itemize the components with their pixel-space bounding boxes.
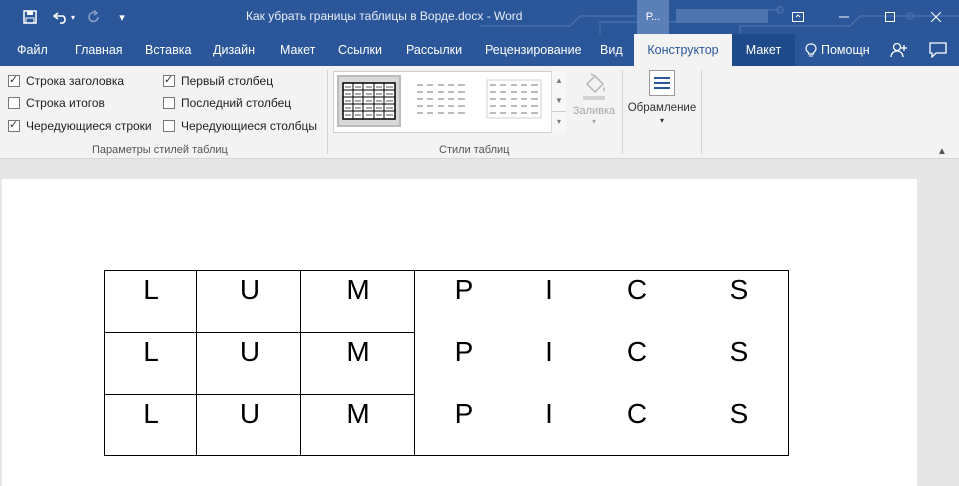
table-border: [196, 271, 197, 455]
checkbox-label: Последний столбец: [181, 96, 292, 110]
checkbox-label: Чередующиеся строки: [26, 119, 152, 133]
table-cell[interactable]: U: [230, 276, 270, 304]
first-column-checkbox[interactable]: Первый столбец: [163, 72, 273, 90]
redo-icon[interactable]: [84, 6, 104, 28]
tab-design[interactable]: Дизайн: [213, 34, 255, 66]
group-separator: [622, 70, 623, 154]
table-cell[interactable]: P: [444, 276, 484, 304]
borders-icon: [649, 70, 675, 96]
table-cell[interactable]: I: [529, 276, 569, 304]
ribbon-display-options-icon[interactable]: [775, 0, 821, 34]
header-row-checkbox[interactable]: Строка заголовка: [8, 72, 124, 90]
tab-view[interactable]: Вид: [600, 34, 623, 66]
table-cell[interactable]: M: [338, 400, 378, 428]
vertical-scrollbar[interactable]: [944, 160, 959, 486]
table-style-grid[interactable]: [337, 75, 401, 127]
account-name-redacted: [676, 9, 768, 23]
table-cell[interactable]: C: [617, 400, 657, 428]
shading-label: Заливка: [572, 105, 616, 117]
checkbox-box: [8, 118, 20, 132]
style-options-group-label: Параметры стилей таблиц: [92, 144, 228, 156]
table-border: [105, 332, 415, 333]
maximize-icon[interactable]: [867, 0, 913, 34]
tab-table-design[interactable]: Конструктор: [634, 34, 732, 66]
chevron-down-icon: ▾: [591, 117, 596, 126]
checkbox-label: Первый столбец: [181, 74, 274, 88]
table-style-plain-2[interactable]: [484, 75, 548, 127]
table-cell[interactable]: P: [444, 338, 484, 366]
gallery-more-icon[interactable]: ▾: [552, 111, 566, 131]
ribbon-tabs: Файл Главная Вставка Дизайн Макет Ссылки…: [0, 34, 959, 66]
paint-bucket-icon: [583, 73, 605, 100]
checkbox-label: Чередующиеся столбцы: [181, 119, 317, 133]
account-badge[interactable]: Р...: [637, 0, 669, 34]
banded-columns-checkbox[interactable]: Чередующиеся столбцы: [163, 117, 317, 135]
undo-icon[interactable]: ▾: [50, 6, 78, 28]
borders-button[interactable]: Обрамление ▾: [626, 70, 698, 138]
tab-references[interactable]: Ссылки: [338, 34, 382, 66]
checkbox-box: [8, 73, 20, 87]
title-bar: ▾ ▾ Как убрать границы таблицы в Ворде.d…: [0, 0, 959, 34]
table-style-plain-1[interactable]: [411, 75, 475, 127]
chevron-down-icon: ▾: [659, 116, 664, 125]
table-cell[interactable]: I: [529, 400, 569, 428]
table-cell[interactable]: L: [131, 276, 171, 304]
table-cell[interactable]: L: [131, 400, 171, 428]
checkbox-label: Строка итогов: [26, 96, 105, 110]
table-cell[interactable]: U: [230, 338, 270, 366]
lightbulb-icon: [805, 42, 817, 56]
table-cell[interactable]: M: [338, 276, 378, 304]
tab-review[interactable]: Рецензирование: [485, 34, 582, 66]
collapse-ribbon-icon[interactable]: ▲: [937, 146, 947, 157]
table-border: [300, 271, 301, 455]
banded-rows-checkbox[interactable]: Чередующиеся строки: [8, 117, 152, 135]
tab-home[interactable]: Главная: [75, 34, 123, 66]
table-styles-gallery: [333, 71, 566, 133]
table-cell[interactable]: U: [230, 400, 270, 428]
table-border: [105, 394, 415, 395]
table-cell[interactable]: S: [719, 276, 759, 304]
tab-table-layout[interactable]: Макет: [732, 34, 795, 66]
checkbox-box: [163, 120, 175, 132]
table-cell[interactable]: I: [529, 338, 569, 366]
gallery-scroll-down-icon[interactable]: ▼: [552, 91, 566, 111]
checkbox-box: [163, 73, 175, 87]
gallery-scrollbar[interactable]: ▲ ▼ ▾: [551, 71, 566, 133]
group-separator: [327, 70, 328, 154]
tell-me-label: Помощн: [821, 43, 870, 57]
table-cell[interactable]: S: [719, 400, 759, 428]
borders-label: Обрамление: [627, 102, 697, 114]
tab-file[interactable]: Файл: [17, 34, 48, 66]
close-icon[interactable]: [913, 0, 959, 34]
checkbox-label: Строка заголовка: [26, 74, 125, 88]
group-separator: [701, 70, 702, 154]
shading-button[interactable]: Заливка ▾: [570, 70, 618, 138]
share-user-icon[interactable]: [890, 34, 908, 66]
table-cell[interactable]: M: [338, 338, 378, 366]
table-cell[interactable]: S: [719, 338, 759, 366]
total-row-checkbox[interactable]: Строка итогов: [8, 94, 105, 112]
save-icon[interactable]: [18, 6, 42, 28]
tab-insert[interactable]: Вставка: [145, 34, 191, 66]
tab-layout[interactable]: Макет: [280, 34, 315, 66]
checkbox-box: [8, 97, 20, 109]
minimize-icon[interactable]: [821, 0, 867, 34]
table-cell[interactable]: C: [617, 338, 657, 366]
window-title: Как убрать границы таблицы в Ворде.docx …: [246, 9, 523, 23]
last-column-checkbox[interactable]: Последний столбец: [163, 94, 291, 112]
tell-me-box[interactable]: Помощн: [805, 34, 870, 66]
table-styles-group-label: Стили таблиц: [439, 144, 510, 156]
table-border: [414, 271, 415, 455]
ribbon-body: Строка заголовка Строка итогов Чередующи…: [0, 66, 959, 159]
gallery-scroll-up-icon[interactable]: ▲: [552, 71, 566, 91]
customize-qat-icon[interactable]: ▾: [114, 6, 130, 28]
table-cell[interactable]: P: [444, 400, 484, 428]
checkbox-box: [163, 97, 175, 109]
tab-mailings[interactable]: Рассылки: [406, 34, 462, 66]
comments-icon[interactable]: [929, 34, 947, 66]
table-cell[interactable]: L: [131, 338, 171, 366]
table-cell[interactable]: C: [617, 276, 657, 304]
